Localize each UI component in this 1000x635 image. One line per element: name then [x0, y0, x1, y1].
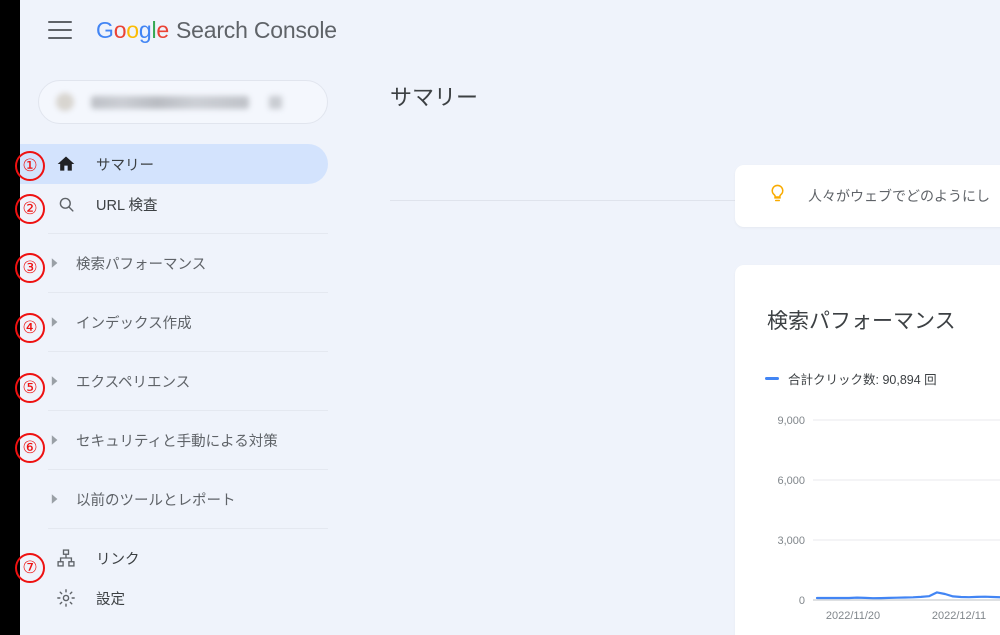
card-title: 検索パフォーマンス: [767, 310, 956, 333]
chevron-down-icon: [269, 95, 282, 109]
sidebar-item-label: 検索パフォーマンス: [76, 256, 207, 273]
sidebar-item-label: エクスペリエンス: [76, 374, 191, 391]
app-screen: GoogleSearch Console のすべての URL を検査 サマリー: [0, 0, 1000, 635]
sidebar-divider: [48, 410, 328, 411]
sidebar-divider: [48, 292, 328, 293]
left-edge-strip: [0, 0, 20, 635]
brand-logo: Google Search Console: [96, 17, 337, 44]
sidebar-item-url-inspection[interactable]: URL 検査: [20, 184, 328, 224]
hamburger-icon[interactable]: [48, 21, 72, 39]
chevron-right-icon: [50, 369, 60, 393]
sidebar-item-label: リンク: [96, 551, 140, 568]
y-axis-tick: 3,000: [777, 535, 805, 547]
sidebar-divider: [48, 233, 328, 234]
sidebar-item-security-manual-actions[interactable]: セキュリティと手動による対策: [20, 420, 328, 460]
lightbulb-icon: [767, 183, 788, 209]
gear-icon: [54, 586, 78, 610]
search-performance-card[interactable]: 検索パフォーマンス 合計クリック数: 90,894 回 9,000 6,000 …: [735, 265, 1000, 635]
sidebar-item-label: サマリー: [96, 157, 154, 174]
chevron-right-icon: [50, 428, 60, 452]
property-selector[interactable]: [38, 80, 328, 124]
sidebar-item-label: 設定: [96, 591, 125, 608]
tip-card-text: 人々がウェブでどのようにし: [808, 188, 990, 204]
google-wordmark: Google: [96, 16, 169, 43]
legend-label: 合計クリック数: 90,894 回: [788, 373, 937, 387]
chevron-right-icon: [50, 487, 60, 511]
clicks-series-line: [815, 591, 1000, 600]
property-favicon: [56, 93, 74, 111]
clicks-line-chart: 9,000 6,000 3,000 0 2022/11/20 2022/12/1…: [735, 405, 1000, 635]
sidebar-item-label: 以前のツールとレポート: [76, 492, 236, 509]
sidebar-item-search-performance[interactable]: 検索パフォーマンス: [20, 243, 328, 283]
sidebar-item-links[interactable]: リンク: [20, 538, 328, 578]
sidebar-item-label: インデックス作成: [76, 315, 192, 332]
chevron-right-icon: [50, 251, 60, 275]
sidebar-item-label: セキュリティと手動による対策: [76, 433, 278, 450]
links-icon: [54, 546, 78, 570]
y-axis-tick: 6,000: [777, 475, 805, 487]
home-icon: [54, 152, 78, 176]
y-axis-tick: 9,000: [777, 415, 805, 427]
search-icon: [54, 192, 78, 216]
sidebar-nav: サマリー URL 検査 検索パフォーマンス インデックス作成 エクスペリエンス …: [20, 144, 350, 618]
sidebar-divider: [48, 528, 328, 529]
x-axis-tick: 2022/11/20: [826, 610, 880, 622]
sidebar-item-label: URL 検査: [96, 197, 158, 214]
sidebar-item-settings[interactable]: 設定: [20, 578, 328, 618]
sidebar-item-indexing[interactable]: インデックス作成: [20, 302, 328, 342]
sidebar-item-legacy-tools[interactable]: 以前のツールとレポート: [20, 479, 328, 519]
legend-color-swatch: [765, 377, 779, 380]
x-axis-tick: 2022/12/11: [932, 610, 986, 622]
sidebar-item-experience[interactable]: エクスペリエンス: [20, 361, 328, 401]
page-title: サマリー: [390, 85, 479, 110]
sidebar-divider: [48, 351, 328, 352]
property-name-redacted: [91, 95, 249, 109]
top-bar: Google Search Console: [20, 0, 1000, 60]
sidebar-divider: [48, 469, 328, 470]
chart-legend[interactable]: 合計クリック数: 90,894 回: [765, 369, 937, 388]
tip-card[interactable]: 人々がウェブでどのようにし: [735, 165, 1000, 227]
y-axis-tick: 0: [799, 595, 805, 607]
sidebar-item-summary[interactable]: サマリー: [20, 144, 328, 184]
product-name: Search Console: [176, 16, 337, 43]
main-content: サマリー 人々がウェブでどのようにし 検索パフォーマンス 合計クリック数: 90…: [350, 60, 1000, 635]
chevron-right-icon: [50, 310, 60, 334]
sidebar: サマリー URL 検査 検索パフォーマンス インデックス作成 エクスペリエンス …: [20, 60, 350, 635]
